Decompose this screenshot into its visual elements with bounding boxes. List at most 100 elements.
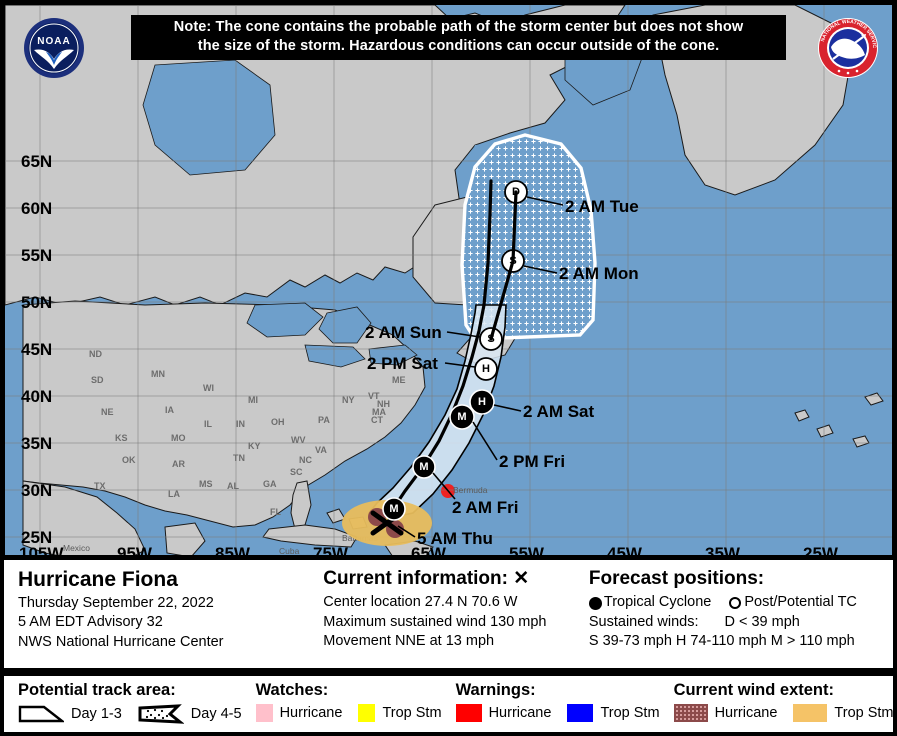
latitude-labels: 65N 60N 55N 50N 45N 40N 35N 30N 25N xyxy=(21,152,52,547)
svg-text:VA: VA xyxy=(315,445,327,455)
legend-warnings: Warnings: Hurricane Trop Stm xyxy=(442,676,660,732)
svg-text:NY: NY xyxy=(342,395,355,405)
svg-text:35N: 35N xyxy=(21,434,52,453)
svg-text:55N: 55N xyxy=(21,246,52,265)
time-label-2am-mon: 2 AM Mon xyxy=(559,264,639,283)
svg-text:50N: 50N xyxy=(21,293,52,312)
note-line-1: Note: The cone contains the probable pat… xyxy=(173,19,744,35)
svg-text:75W: 75W xyxy=(313,544,349,560)
svg-text:KS: KS xyxy=(115,433,128,443)
info-panel: Hurricane Fiona Thursday September 22, 2… xyxy=(0,560,897,672)
forecast-marker-2pm-thu[interactable]: M xyxy=(412,455,436,479)
svg-text:M: M xyxy=(419,461,428,473)
cone-day45-icon xyxy=(138,704,184,724)
noaa-logo: NOAA xyxy=(24,18,84,78)
svg-text:NE: NE xyxy=(101,407,114,417)
legend-bar: Potential track area: Day 1-3 Day 4-5 Wa… xyxy=(0,672,897,736)
svg-text:NOAA: NOAA xyxy=(37,36,70,47)
svg-text:ND: ND xyxy=(89,349,102,359)
advisory-number: 5 AM EDT Advisory 32 xyxy=(18,614,163,631)
advisory-date: Thursday September 22, 2022 xyxy=(18,595,214,612)
current-position-x-icon: ✕ xyxy=(513,568,530,589)
svg-text:65W: 65W xyxy=(411,544,447,560)
svg-text:IL: IL xyxy=(204,419,213,429)
svg-text:55W: 55W xyxy=(509,544,545,560)
wind-scale-line: S 39-73 mph H 74-110 mph M > 110 mph xyxy=(588,632,855,649)
wind-extent-title: Current wind extent: xyxy=(673,681,834,699)
map-panel[interactable]: ND SD MN WI MI NY NE IA IL IN OH PA KS M… xyxy=(0,0,897,560)
svg-text:SD: SD xyxy=(91,375,104,385)
svg-text:35W: 35W xyxy=(705,544,741,560)
svg-text:H: H xyxy=(478,396,486,408)
svg-text:Bermuda: Bermuda xyxy=(453,485,488,495)
svg-text:SC: SC xyxy=(290,467,303,477)
svg-text:M: M xyxy=(457,411,466,423)
current-info-column: Current information: ✕ Center location 2… xyxy=(309,560,575,668)
time-label-2pm-fri: 2 PM Fri xyxy=(499,452,565,471)
warning-tropstm-label: Trop Stm xyxy=(600,705,660,721)
svg-text:40N: 40N xyxy=(21,387,52,406)
hurricane-forecast-graphic: ND SD MN WI MI NY NE IA IL IN OH PA KS M… xyxy=(0,0,897,736)
time-label-2pm-sat: 2 PM Sat xyxy=(367,354,438,373)
svg-text:ME: ME xyxy=(392,375,406,385)
tropical-cyclone-dot-icon xyxy=(588,596,602,610)
storm-name: Hurricane Fiona xyxy=(18,568,178,591)
longitude-labels: 105W 95W 85W 75W 65W 55W 45W 35W 25W xyxy=(19,544,839,560)
time-label-2am-tue: 2 AM Tue xyxy=(565,197,639,216)
svg-text:60N: 60N xyxy=(21,199,52,218)
warning-hurricane-label: Hurricane xyxy=(488,705,552,721)
svg-text:105W: 105W xyxy=(19,544,64,560)
svg-text:OK: OK xyxy=(122,455,136,465)
day-1-3-label: Day 1-3 xyxy=(71,706,122,722)
svg-text:45N: 45N xyxy=(21,340,52,359)
potential-track-title: Potential track area: xyxy=(18,681,176,699)
legend-potential-track: Potential track area: Day 1-3 Day 4-5 xyxy=(4,676,242,732)
max-sustained-wind: Maximum sustained wind 130 mph xyxy=(323,613,547,630)
wind-extent-hurricane-label: Hurricane xyxy=(714,705,778,721)
issuing-agency: NWS National Hurricane Center xyxy=(18,633,224,650)
svg-text:65N: 65N xyxy=(21,152,52,171)
sustained-winds-label: Sustained winds: xyxy=(588,613,699,630)
watch-hurricane-label: Hurricane xyxy=(279,705,343,721)
svg-text:KY: KY xyxy=(248,441,261,451)
svg-text:MN: MN xyxy=(151,369,165,379)
time-label-2am-sat: 2 AM Sat xyxy=(523,402,595,421)
watch-tropstm-swatch xyxy=(358,704,376,722)
forecast-symbol-key: Tropical Cyclone Post/Potential TC xyxy=(588,593,893,612)
wind-extent-tropstm-label: Trop Stm xyxy=(834,705,894,721)
forecast-marker-2am-sat[interactable]: H xyxy=(469,389,495,415)
svg-text:GA: GA xyxy=(263,479,277,489)
svg-text:H: H xyxy=(482,363,490,375)
wind-extent-tropstm-swatch xyxy=(793,704,828,722)
watches-title: Watches: xyxy=(255,681,329,699)
svg-text:25W: 25W xyxy=(803,544,839,560)
nws-logo: NATIONAL WEATHER SERVICE xyxy=(817,17,878,78)
svg-text:IN: IN xyxy=(236,419,245,429)
forecast-marker-2pm-sat[interactable]: H xyxy=(474,357,498,381)
legend-watches: Watches: Hurricane Trop Stm xyxy=(242,676,442,732)
svg-text:Cuba: Cuba xyxy=(279,546,300,556)
svg-text:MS: MS xyxy=(199,479,213,489)
svg-text:MO: MO xyxy=(171,433,186,443)
sustained-winds-row: Sustained winds: D < 39 mph xyxy=(589,613,893,632)
center-location: Center location 27.4 N 70.6 W xyxy=(323,594,518,611)
map-canvas: ND SD MN WI MI NY NE IA IL IN OH PA KS M… xyxy=(5,5,892,560)
svg-text:30N: 30N xyxy=(21,481,52,500)
cone-day13-icon xyxy=(18,705,64,723)
post-potential-tc-label: Post/Potential TC xyxy=(744,594,857,611)
svg-text:TN: TN xyxy=(233,453,245,463)
svg-text:IA: IA xyxy=(165,405,175,415)
forecast-marker-2pm-fri[interactable]: M xyxy=(449,404,475,430)
svg-text:NC: NC xyxy=(299,455,312,465)
svg-text:45W: 45W xyxy=(607,544,643,560)
warning-tropstm-swatch xyxy=(567,704,594,722)
time-label-2am-sun: 2 AM Sun xyxy=(365,323,442,342)
svg-text:WI: WI xyxy=(203,383,214,393)
time-label-2am-fri: 2 AM Fri xyxy=(452,498,518,517)
forecast-marker-2am-fri[interactable]: M xyxy=(382,497,406,521)
legend-wind-extent: Current wind extent: Hurricane Trop Stm xyxy=(660,676,894,732)
svg-text:WV: WV xyxy=(291,435,306,445)
svg-text:M: M xyxy=(389,503,398,515)
svg-text:OH: OH xyxy=(271,417,285,427)
watch-hurricane-swatch xyxy=(255,704,273,722)
